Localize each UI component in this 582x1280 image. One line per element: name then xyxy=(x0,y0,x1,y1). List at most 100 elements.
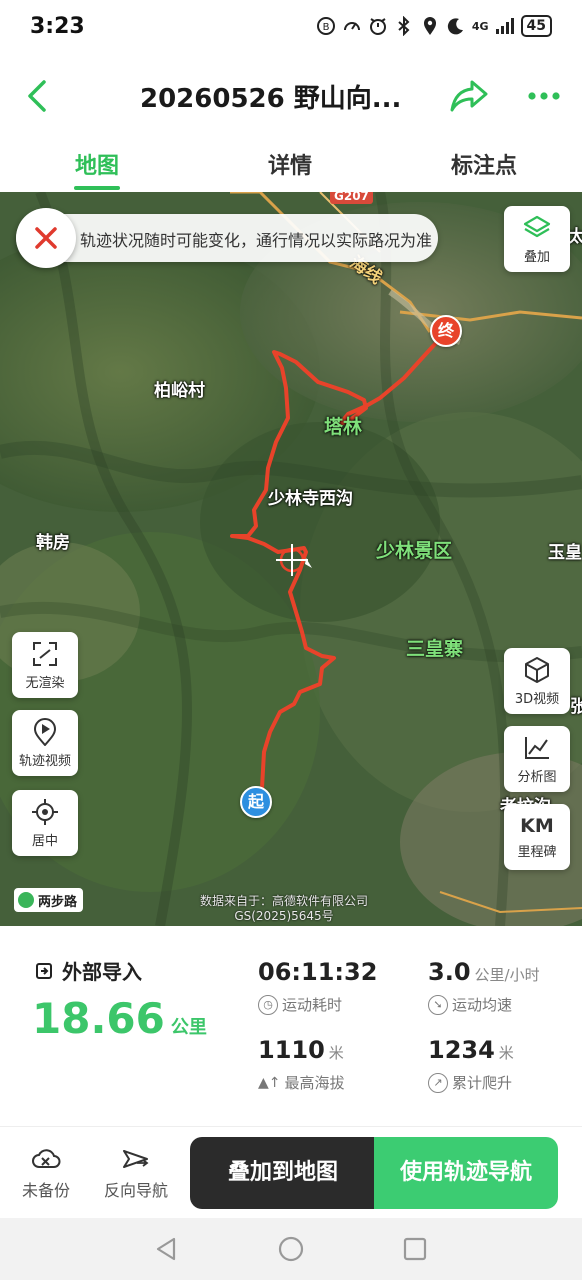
system-recents-button[interactable] xyxy=(400,1234,430,1264)
layers-label: 叠加 xyxy=(523,249,550,265)
map-view[interactable]: G207 终 起 海线 柏峪村 塔林 少林寺西沟 韩房 少林景区 三皇寨 玉皇 … xyxy=(0,192,582,926)
distance-unit: 公里 xyxy=(170,1017,207,1038)
total-climb-value: 1234 xyxy=(428,1036,495,1064)
3d-video-button[interactable]: 3D视频 xyxy=(504,648,570,714)
bluetooth-icon xyxy=(394,15,414,37)
tab-details[interactable]: 详情 xyxy=(230,148,350,180)
more-dots-icon xyxy=(528,92,560,100)
close-icon xyxy=(35,227,57,249)
timer-icon: ◷ xyxy=(258,994,278,1015)
milestone-button[interactable]: KM 里程碑 xyxy=(504,804,570,870)
crosshair-icon xyxy=(30,798,60,826)
center-button[interactable]: 居中 xyxy=(12,790,78,856)
overlay-to-map-button[interactable]: 叠加到地图 xyxy=(190,1137,376,1209)
brand-badge: 两步路 xyxy=(14,888,84,912)
cloud-off-icon xyxy=(6,1145,86,1173)
tab-bar: 地图 详情 标注点 xyxy=(0,136,582,192)
stats-panel: 外部导入 18.66 公里 06:11:32 ◷ 运动耗时 3.0 公里/小时 ➘ 运… xyxy=(0,926,582,1126)
route-track xyxy=(230,330,448,790)
km-text: KM xyxy=(520,814,554,837)
map-label-right-edge-3: 张 xyxy=(570,697,582,717)
map-label-yuhuang: 玉皇 xyxy=(548,543,582,563)
brand-name: 两步路 xyxy=(38,894,78,910)
duration-value: 06:11:32 xyxy=(258,958,378,986)
track-notice-banner: 轨迹状况随时可能变化，通行情况以实际路况为准 xyxy=(16,208,438,268)
system-nav-bar xyxy=(0,1218,582,1280)
duration-label: 运动耗时 xyxy=(282,996,343,1014)
max-altitude-value: 1110 xyxy=(258,1036,325,1064)
square-recents-icon xyxy=(403,1237,427,1261)
notice-text: 轨迹状况随时可能变化，通行情况以实际路况为准 xyxy=(80,231,432,250)
import-icon xyxy=(36,962,52,979)
moon-icon xyxy=(446,15,466,37)
page-title: 20260526 野山向... xyxy=(140,84,402,114)
status-bar: 3:23 B 4G 45 xyxy=(0,0,582,58)
avg-speed-unit: 公里/小时 xyxy=(474,966,540,984)
source-label: 外部导入 xyxy=(62,960,142,984)
layers-button[interactable]: 叠加 xyxy=(504,206,570,272)
route-end-marker[interactable]: 终 xyxy=(430,315,462,347)
tab-active-indicator xyxy=(74,186,120,190)
total-climb-unit: 米 xyxy=(498,1044,514,1062)
backup-label: 未备份 xyxy=(21,1181,70,1200)
system-home-button[interactable] xyxy=(276,1234,306,1264)
climb-icon: ↗ xyxy=(428,1072,448,1093)
3d-video-label: 3D视频 xyxy=(514,691,560,707)
data-saver-icon: B xyxy=(316,15,336,37)
alarm-icon xyxy=(368,15,388,37)
max-altitude-unit: 米 xyxy=(328,1044,344,1062)
stat-duration: 06:11:32 ◷ 运动耗时 xyxy=(258,958,377,1015)
milestone-label: 里程碑 xyxy=(517,844,557,860)
system-back-button[interactable] xyxy=(152,1234,182,1264)
analysis-label: 分析图 xyxy=(517,769,557,785)
cube-icon xyxy=(522,656,552,684)
status-icons: B 4G 45 xyxy=(316,15,552,37)
layers-icon xyxy=(522,214,552,242)
attribution-line-1: 数据来自于：高德软件有限公司 xyxy=(200,894,369,908)
app-header: 20260526 野山向... xyxy=(0,58,582,136)
backup-button[interactable]: 未备份 xyxy=(6,1145,86,1201)
chevron-left-icon xyxy=(28,80,46,112)
tab-map[interactable]: 地图 xyxy=(37,148,157,180)
map-label-right-edge-1: 太 xyxy=(568,227,582,247)
back-button[interactable] xyxy=(20,76,56,116)
route-start-marker[interactable]: 起 xyxy=(240,786,272,818)
action-bar: 未备份 反向导航 叠加到地图 使用轨迹导航 xyxy=(0,1126,582,1218)
track-video-button[interactable]: 轨迹视频 xyxy=(12,710,78,776)
map-label-scenic: 少林景区 xyxy=(376,540,453,562)
stat-max-altitude: 1110 米 ▲↑ 最高海拔 xyxy=(258,1036,345,1093)
notice-close-button[interactable] xyxy=(16,208,76,268)
status-time: 3:23 xyxy=(30,14,85,39)
reverse-nav-button[interactable]: 反向导航 xyxy=(96,1145,176,1201)
no-render-label: 无渲染 xyxy=(25,675,65,691)
network-type: 4G xyxy=(471,19,489,33)
analysis-button[interactable]: 分析图 xyxy=(504,726,570,792)
distance-value: 18.66 xyxy=(32,994,165,1043)
play-pin-icon xyxy=(30,717,60,746)
map-label-hanfang: 韩房 xyxy=(36,533,70,553)
brand-logo-icon xyxy=(18,892,34,908)
stat-total-climb: 1234 米 ↗ 累计爬升 xyxy=(428,1036,514,1093)
distance: 18.66 公里 xyxy=(32,994,207,1043)
map-label-shaolin-west: 少林寺西沟 xyxy=(268,489,353,509)
line-chart-icon xyxy=(522,734,552,762)
max-altitude-label: 最高海拔 xyxy=(284,1074,345,1092)
reverse-nav-label: 反向导航 xyxy=(103,1181,168,1200)
location-icon xyxy=(420,15,440,37)
stat-avg-speed: 3.0 公里/小时 ➘ 运动均速 xyxy=(428,958,540,1015)
speedometer-icon xyxy=(342,15,362,37)
use-track-nav-button[interactable]: 使用轨迹导航 xyxy=(374,1137,558,1209)
map-attribution: 数据来自于：高德软件有限公司 GS(2025)5645号 xyxy=(200,894,368,924)
share-arrow-icon xyxy=(450,80,488,112)
battery-level: 45 xyxy=(520,15,552,37)
track-video-label: 轨迹视频 xyxy=(18,753,71,769)
no-render-button[interactable]: 无渲染 xyxy=(12,632,78,698)
more-button[interactable] xyxy=(524,82,564,110)
attribution-line-2: GS(2025)5645号 xyxy=(234,909,334,923)
share-button[interactable] xyxy=(448,76,490,116)
map-label-sanhuang: 三皇寨 xyxy=(406,638,464,660)
expand-icon xyxy=(30,640,60,668)
source-row: 外部导入 xyxy=(34,956,142,985)
tab-markers[interactable]: 标注点 xyxy=(424,148,544,180)
circle-home-icon xyxy=(278,1236,304,1262)
